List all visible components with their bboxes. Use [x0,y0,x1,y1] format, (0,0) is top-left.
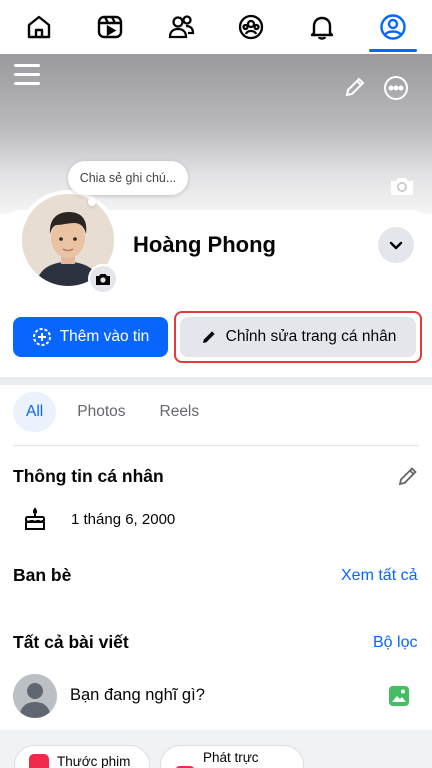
note-placeholder: Chia sẻ ghi chú... [79,171,177,185]
nav-friends[interactable] [151,0,211,54]
groups-icon [239,14,264,40]
nav-groups[interactable] [221,0,281,54]
profile-switch-button[interactable] [378,227,414,263]
profile-icon [379,14,406,40]
nav-reels[interactable] [80,0,140,54]
nav-profile[interactable] [363,0,423,54]
go-live-label: Phát trực [203,750,259,765]
avatar-camera-button[interactable] [88,264,118,294]
nav-home[interactable] [9,0,69,54]
pencil-icon[interactable] [342,74,368,100]
profile-name: Hoàng Phong [133,232,276,257]
add-to-story-button[interactable]: Thêm vào tin [13,317,168,357]
go-live-chip[interactable]: Phát trực [160,745,304,768]
note-bubble-tail [88,198,96,206]
menu-icon[interactable] [14,64,40,88]
create-reel-chip[interactable]: Thước phim [14,745,150,768]
tab-photos[interactable]: Photos [64,392,138,432]
avatar[interactable] [13,674,57,718]
section-divider [0,377,432,385]
pencil-icon [202,331,215,343]
bell-icon [310,16,334,40]
chevron-down-icon [389,241,403,250]
see-all-friends-link[interactable]: Xem tất cả [341,567,417,585]
friends-icon [168,15,194,39]
birthday-cake-icon [25,507,45,530]
camera-icon[interactable] [388,172,416,200]
reel-icon [29,754,49,768]
video-icon [97,15,123,39]
nav-notifications[interactable] [292,0,352,54]
posts-title: Tất cả bài viết [13,632,129,652]
camera-icon [96,274,110,285]
post-composer-input[interactable]: Bạn đang nghĩ gì? [70,686,205,705]
about-title: Thông tin cá nhân [13,466,164,486]
edit-profile-button[interactable]: Chỉnh sửa trang cá nhân [180,317,416,357]
filter-link[interactable]: Bộ lọc [373,634,417,652]
more-options-icon[interactable] [382,74,410,102]
friends-title: Ban bè [13,565,72,585]
tab-all[interactable]: All [13,392,57,432]
photo-icon[interactable] [388,685,410,707]
tab-reels[interactable]: Reels [147,392,213,432]
add-story-icon [32,328,51,346]
create-reel-label: Thước phim [57,754,131,768]
tabs-divider [13,445,419,446]
birthday-text: 1 tháng 6, 2000 [71,511,176,528]
add-to-story-label: Thêm vào tin [59,328,150,345]
top-nav-bar [0,0,432,54]
pencil-icon[interactable] [396,464,420,488]
note-bubble[interactable]: Chia sẻ ghi chú... [68,161,188,195]
profile-tabs: All Photos Reels [13,392,212,432]
edit-profile-label: Chỉnh sửa trang cá nhân [225,328,397,345]
home-icon [28,15,51,39]
